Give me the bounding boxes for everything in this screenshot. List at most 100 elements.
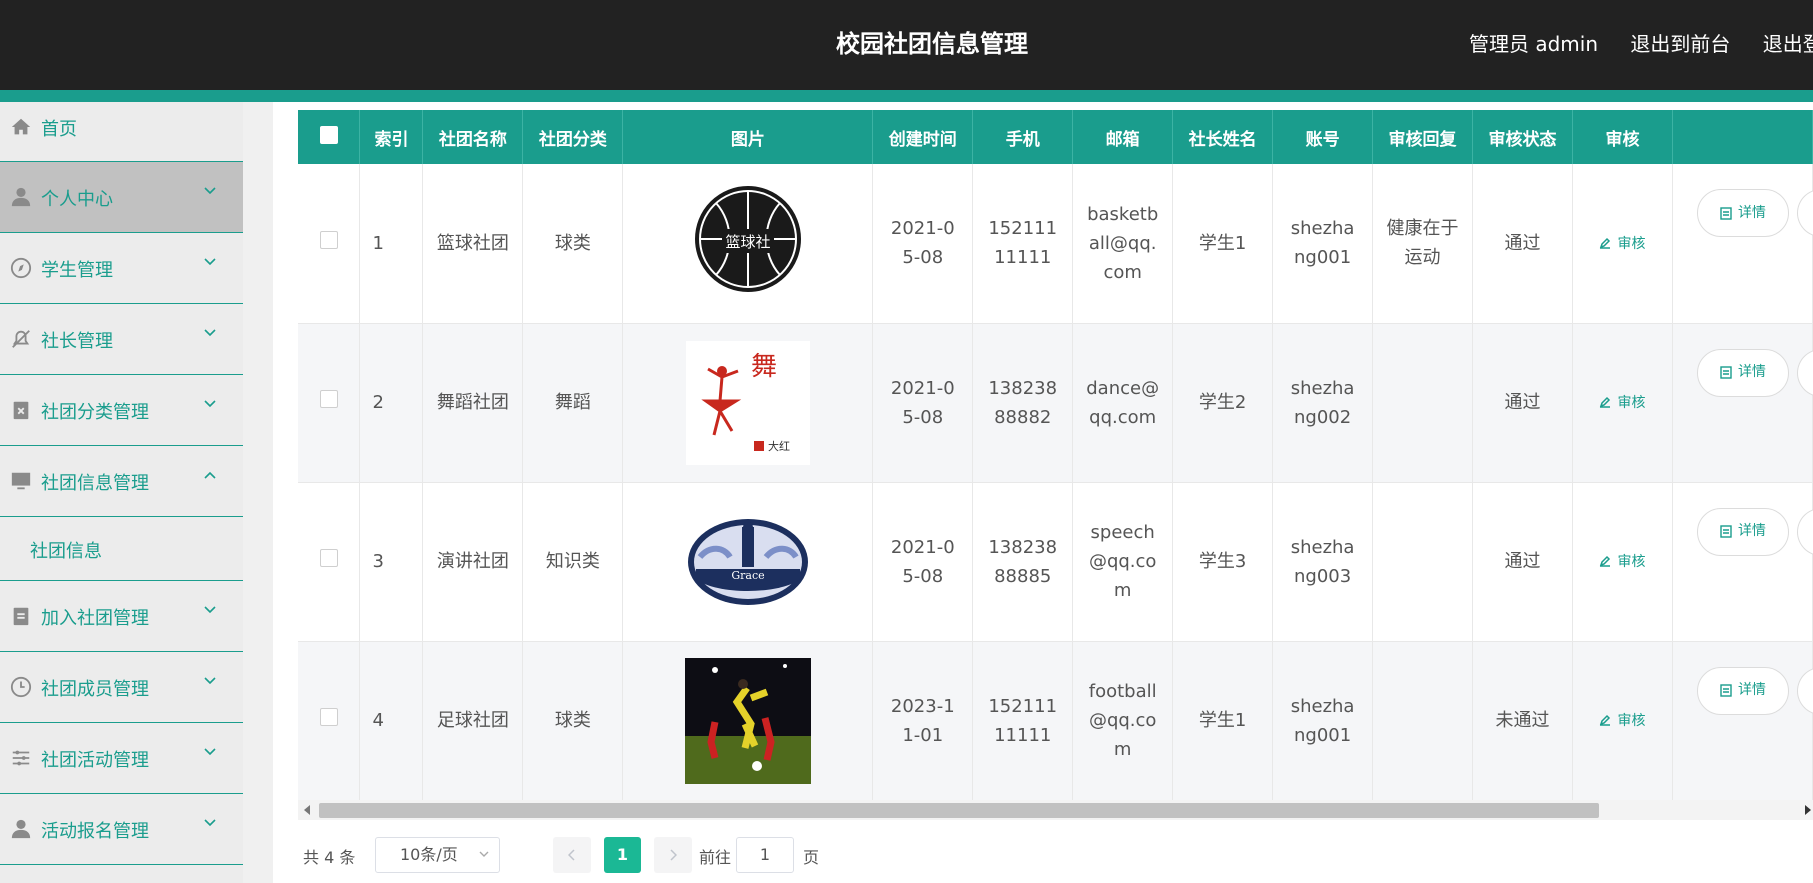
cell-reply <box>1372 641 1474 801</box>
cell-category: 舞蹈 <box>522 323 624 483</box>
club-table: 索引 社团名称 社团分类 图片 创建时间 手机 邮箱 社长姓名 账号 审核回复 … <box>298 110 1813 801</box>
prev-page-button[interactable] <box>553 837 591 873</box>
cell-phone: 15211111111 <box>972 641 1074 801</box>
cell-actions: 详情 <box>1672 323 1813 483</box>
sidebar-item-leaders[interactable]: 社长管理 <box>0 304 243 375</box>
cell-leader: 学生1 <box>1172 641 1274 801</box>
scroll-right-icon[interactable] <box>1805 805 1811 815</box>
cell-created: 2021-05-08 <box>872 482 974 642</box>
svg-text:舞: 舞 <box>751 352 777 382</box>
chevron-left-icon <box>568 849 575 861</box>
select-all-checkbox[interactable] <box>298 110 361 164</box>
column-header: 账号 <box>1272 110 1374 164</box>
chevron-down-icon <box>479 851 489 857</box>
clock-icon <box>10 676 32 698</box>
audit-button[interactable]: 审核 <box>1572 482 1673 642</box>
cell-category: 球类 <box>522 641 624 801</box>
column-header: 创建时间 <box>872 110 974 164</box>
sidebar-item-personal-center[interactable]: 个人中心 <box>0 162 243 233</box>
cell-name: 篮球社团 <box>422 164 524 324</box>
row-checkbox[interactable] <box>298 482 361 642</box>
chevron-down-icon <box>204 677 216 685</box>
clipboard-x-icon <box>13 401 29 420</box>
app-title: 校园社团信息管理 <box>836 30 1028 58</box>
sidebar-item-home[interactable]: 首页 <box>0 102 243 162</box>
table-header-row: 索引 社团名称 社团分类 图片 创建时间 手机 邮箱 社长姓名 账号 审核回复 … <box>298 110 1813 164</box>
cell-image <box>622 641 874 801</box>
sidebar-item-club-activities[interactable]: 社团活动管理 <box>0 723 243 794</box>
audit-button[interactable]: 审核 <box>1572 641 1673 801</box>
sidebar-item-club-info[interactable]: 社团信息管理 <box>0 446 243 517</box>
column-header: 图片 <box>622 110 874 164</box>
dance-club-logo: 舞 大红 <box>685 340 810 465</box>
cell-email: football@qq.com <box>1072 641 1174 801</box>
main-content: 索引 社团名称 社团分类 图片 创建时间 手机 邮箱 社长姓名 账号 审核回复 … <box>273 102 1813 883</box>
compass-icon <box>10 257 32 279</box>
sidebar-item-students[interactable]: 学生管理 <box>0 233 243 304</box>
chevron-down-icon <box>204 400 216 408</box>
row-checkbox[interactable] <box>298 164 361 324</box>
cell-index: 4 <box>359 641 424 801</box>
basketball-club-logo: 篮球社 <box>692 184 803 295</box>
cell-phone: 13823888885 <box>972 482 1074 642</box>
scrollbar-thumb[interactable] <box>319 803 1599 818</box>
user-icon <box>11 819 31 839</box>
cell-image: Grace <box>622 482 874 642</box>
column-header-actions <box>1672 110 1813 164</box>
bell-off-icon <box>12 330 30 348</box>
scroll-left-icon[interactable] <box>304 805 310 815</box>
home-icon <box>11 118 31 135</box>
current-page-button[interactable]: 1 <box>604 837 641 873</box>
row-checkbox[interactable] <box>298 323 361 483</box>
detail-button[interactable]: 详情 <box>1696 189 1789 237</box>
cell-category: 知识类 <box>522 482 624 642</box>
more-action-button[interactable] <box>1796 666 1813 715</box>
detail-button[interactable]: 详情 <box>1696 348 1789 397</box>
column-header: 审核状态 <box>1472 110 1573 164</box>
cell-created: 2021-05-08 <box>872 164 974 324</box>
next-page-button[interactable] <box>654 837 692 873</box>
chevron-down-icon <box>204 187 216 195</box>
chevron-up-icon <box>204 471 216 479</box>
audit-button[interactable]: 审核 <box>1572 323 1673 483</box>
sidebar-item-club-category[interactable]: 社团分类管理 <box>0 375 243 446</box>
speech-club-logo: Grace <box>687 518 808 605</box>
sidebar-item-activity-signup[interactable]: 活动报名管理 <box>0 794 243 865</box>
sidebar-item-join-club[interactable]: 加入社团管理 <box>0 581 243 652</box>
sidebar-item-club-members[interactable]: 社团成员管理 <box>0 652 243 723</box>
logout-link[interactable]: 退出登录 <box>1763 32 1813 56</box>
cell-email: speech@qq.com <box>1072 482 1174 642</box>
svg-text:大红: 大红 <box>768 439 790 453</box>
cell-reply <box>1372 482 1474 642</box>
cell-email: basketball@qq.com <box>1072 164 1174 324</box>
exit-to-front-link[interactable]: 退出到前台 <box>1630 32 1730 56</box>
cell-status: 通过 <box>1472 323 1573 483</box>
cell-status: 通过 <box>1472 164 1573 324</box>
chevron-right-icon <box>670 849 677 861</box>
horizontal-scrollbar[interactable] <box>298 800 1813 820</box>
cell-index: 3 <box>359 482 424 642</box>
sidebar-subitem-club-info[interactable]: 社团信息 <box>0 517 243 581</box>
total-count: 共 4 条 <box>303 848 356 867</box>
cell-status: 未通过 <box>1472 641 1573 801</box>
table-row: 3 演讲社团 知识类 Grace 2021-05-08 13823888885 … <box>298 482 1813 642</box>
football-photo <box>684 657 811 784</box>
cell-name: 舞蹈社团 <box>422 323 524 483</box>
goto-page-input[interactable]: 1 <box>736 837 794 873</box>
column-header: 邮箱 <box>1072 110 1174 164</box>
admin-label: 管理员 admin <box>1469 32 1599 56</box>
cell-index: 2 <box>359 323 424 483</box>
chevron-down-icon <box>204 606 216 614</box>
detail-button[interactable]: 详情 <box>1696 666 1789 715</box>
detail-button[interactable]: 详情 <box>1696 507 1789 556</box>
more-action-button[interactable] <box>1796 189 1813 237</box>
page-size-select[interactable]: 10条/页 <box>375 837 500 873</box>
row-checkbox[interactable] <box>298 641 361 801</box>
audit-button[interactable]: 审核 <box>1572 164 1673 324</box>
table-row: 2 舞蹈社团 舞蹈 舞 大红 2021-05-08 13823888882 da… <box>298 323 1813 483</box>
more-action-button[interactable] <box>1796 348 1813 397</box>
more-action-button[interactable] <box>1796 507 1813 556</box>
table-row: 4 足球社团 球类 2023-11-01 15211111111 footbal… <box>298 641 1813 801</box>
cell-account: shezhang001 <box>1272 164 1374 324</box>
monitor-icon <box>11 472 31 490</box>
